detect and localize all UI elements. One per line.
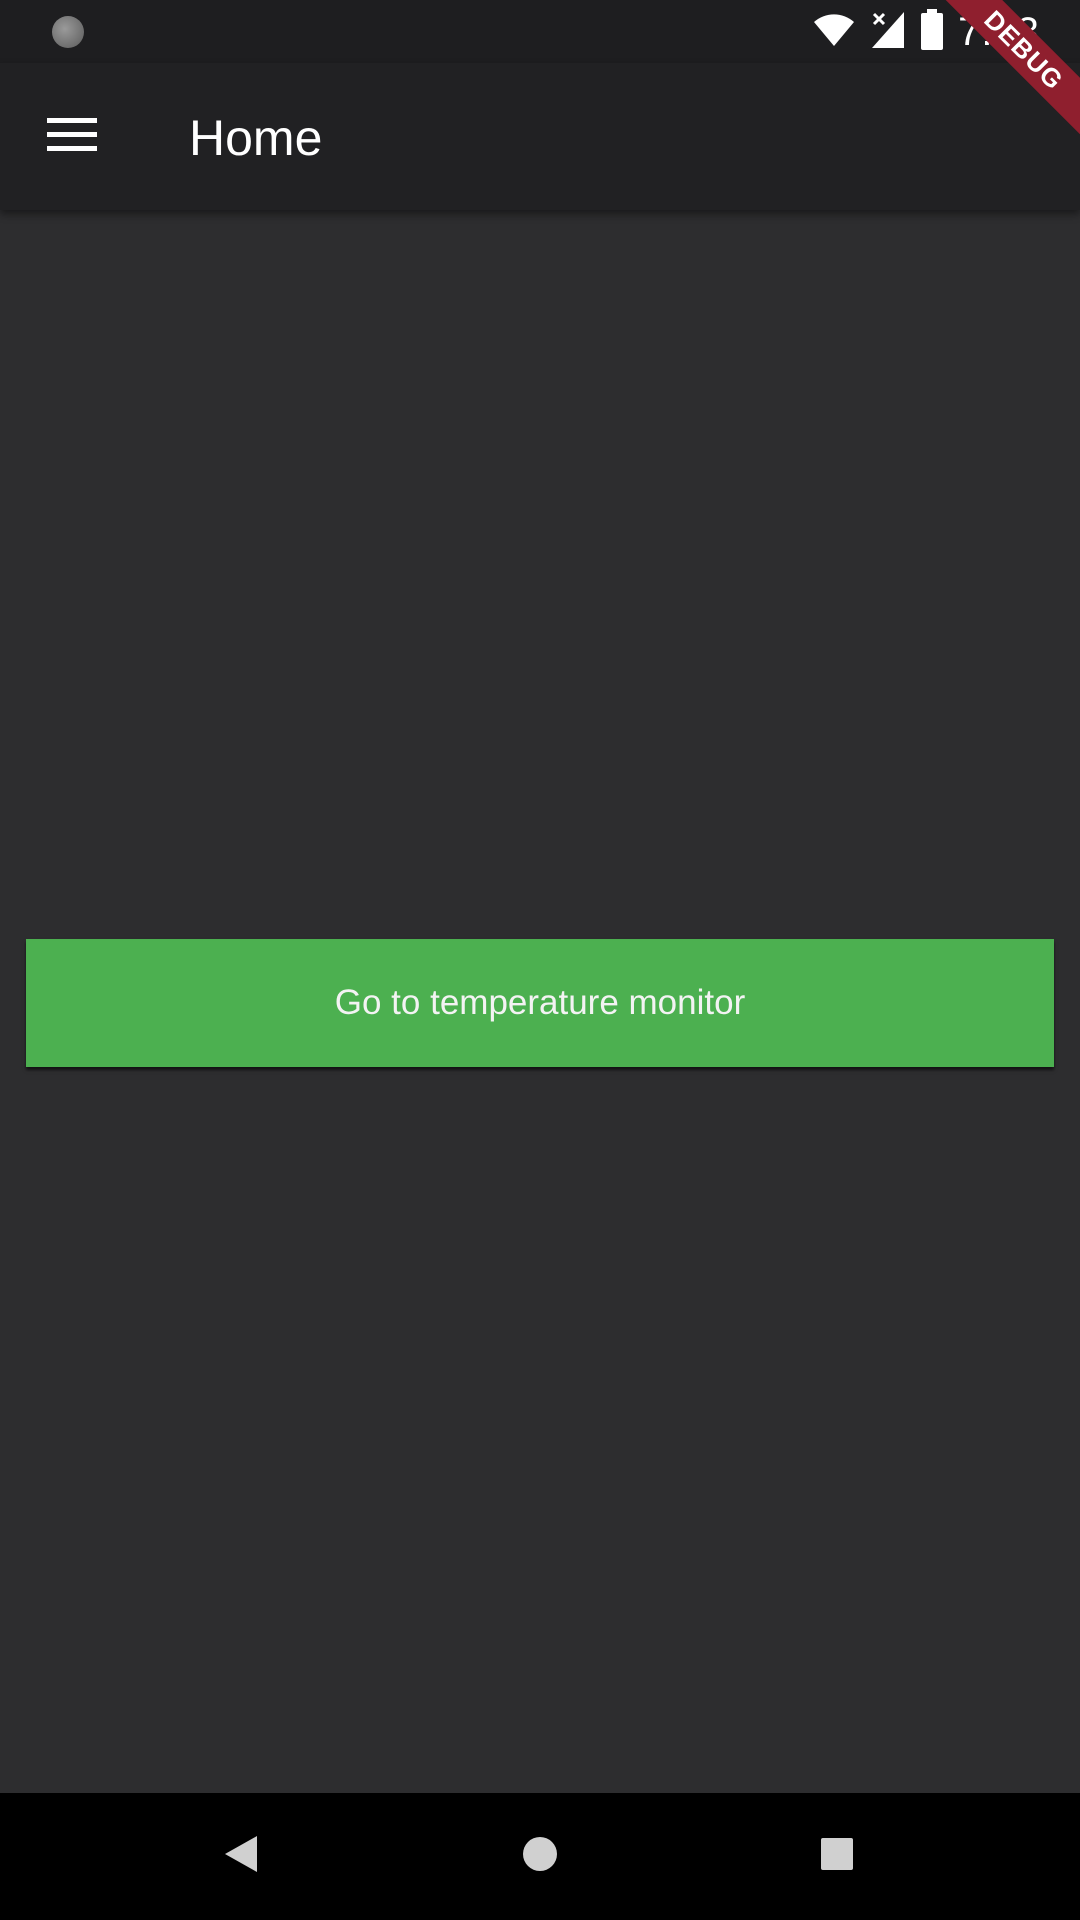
battery-icon <box>920 8 944 56</box>
navigation-bar <box>0 1793 1080 1920</box>
menu-button[interactable] <box>36 107 108 167</box>
temperature-monitor-button[interactable]: Go to temperature monitor <box>26 939 1054 1067</box>
signal-icon <box>870 10 906 55</box>
page-title: Home <box>189 110 323 166</box>
status-bar: 7:03 <box>0 0 1080 63</box>
status-icons: 7:03 <box>812 8 1040 56</box>
temperature-monitor-button-label: Go to temperature monitor <box>334 983 746 1022</box>
back-icon <box>223 1834 259 1879</box>
main-content: Go to temperature monitor <box>0 210 1080 1793</box>
home-icon <box>521 1835 559 1878</box>
notification-dot-icon <box>52 16 84 48</box>
app-bar: Home <box>0 63 1080 210</box>
recents-icon <box>820 1837 854 1876</box>
back-button[interactable] <box>208 1823 274 1889</box>
home-button[interactable] <box>507 1823 573 1889</box>
recents-button[interactable] <box>804 1823 870 1889</box>
wifi-icon <box>812 12 856 53</box>
screen: 7:03 DEBUG Home Go to temperature monito… <box>0 0 1080 1920</box>
status-time: 7:03 <box>958 9 1040 54</box>
menu-icon <box>47 116 97 159</box>
